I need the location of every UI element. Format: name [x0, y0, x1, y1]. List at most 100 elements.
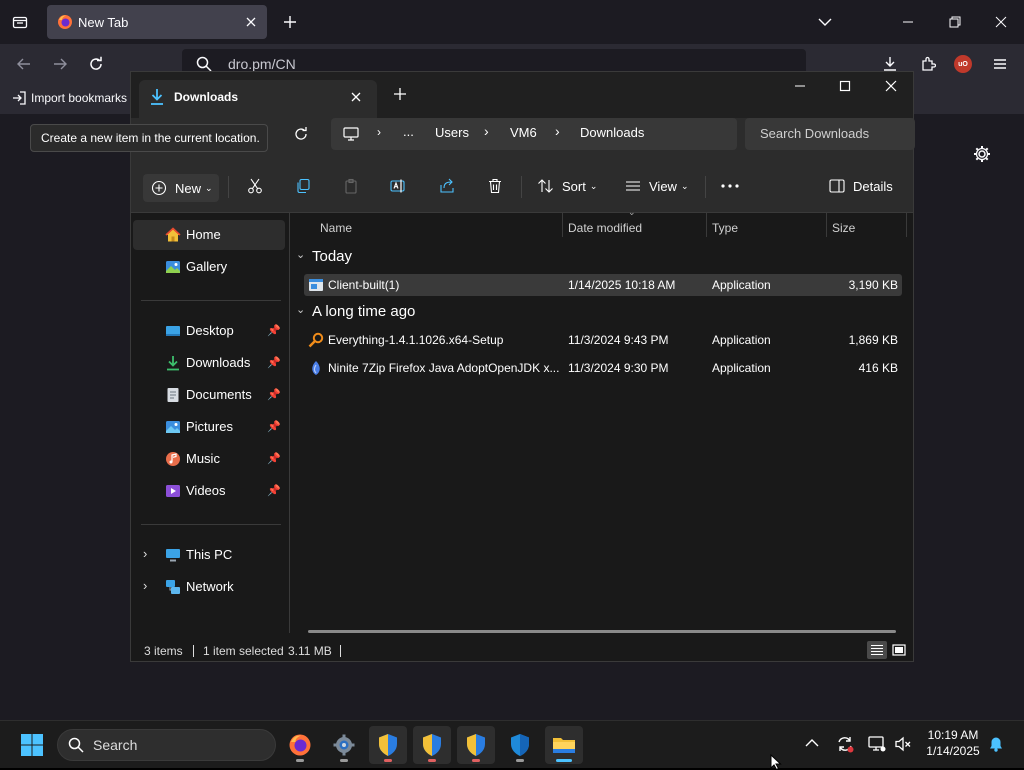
sidebar-item-this-pc[interactable]: › This PC	[133, 540, 285, 570]
clock[interactable]: 10:19 AM 1/14/2025	[920, 728, 986, 758]
back-icon[interactable]	[12, 52, 36, 76]
column-divider[interactable]	[826, 213, 827, 237]
column-divider[interactable]	[706, 213, 707, 237]
taskbar-app-defender-1[interactable]	[369, 726, 407, 764]
expand-chevron-icon[interactable]: ›	[143, 546, 147, 561]
file-size: 416 KB	[858, 361, 898, 375]
file-row[interactable]: Everything-1.4.1.1026.x64-Setup 11/3/202…	[304, 329, 902, 351]
taskbar-search[interactable]: Search	[57, 729, 276, 761]
taskbar-app-firefox[interactable]	[281, 726, 319, 764]
sidebar-item-network[interactable]: › Network	[133, 572, 285, 602]
search-box[interactable]: Search Downloads	[745, 118, 915, 150]
forward-icon[interactable]	[48, 52, 72, 76]
sidebar-item-pictures[interactable]: Pictures 📌	[133, 412, 285, 442]
view-label: View	[649, 178, 677, 194]
network-status-icon[interactable]	[868, 735, 886, 753]
address-bar[interactable]: › ... Users › VM6 › Downloads	[331, 118, 737, 150]
pin-icon[interactable]: 📌	[267, 388, 281, 401]
close-icon[interactable]	[989, 10, 1013, 34]
expand-chevron-icon[interactable]: ›	[143, 578, 147, 593]
pin-icon[interactable]: 📌	[267, 452, 281, 465]
sidebar-item-documents[interactable]: Documents 📌	[133, 380, 285, 410]
refresh-icon[interactable]	[293, 126, 309, 142]
breadcrumb-separator-icon: ›	[555, 123, 560, 139]
file-explorer-window: Downloads › ... Users › VM6 › Downloads …	[130, 71, 915, 662]
column-header-type[interactable]: Type	[712, 221, 738, 235]
tab-list-chevron-icon[interactable]	[813, 10, 837, 34]
sync-error-icon[interactable]	[836, 735, 854, 753]
start-button[interactable]	[13, 726, 51, 764]
maximize-icon[interactable]	[839, 80, 851, 92]
file-date: 11/3/2024 9:30 PM	[568, 361, 669, 375]
breadcrumb-vm6[interactable]: VM6	[510, 125, 537, 140]
taskbar-app-defender-3[interactable]	[457, 726, 495, 764]
minimize-icon[interactable]	[794, 80, 806, 92]
group-header-long-ago[interactable]: ⌄ A long time ago	[290, 302, 590, 324]
sidebar-item-music[interactable]: Music 📌	[133, 444, 285, 474]
breadcrumb-overflow[interactable]: ...	[403, 124, 414, 139]
sort-button[interactable]: Sort ⌄	[537, 174, 597, 198]
pin-icon[interactable]: 📌	[267, 324, 281, 337]
column-divider[interactable]	[906, 213, 907, 237]
breadcrumb-downloads[interactable]: Downloads	[580, 125, 644, 140]
delete-icon[interactable]	[487, 174, 503, 198]
column-divider[interactable]	[562, 213, 563, 237]
sidebar-item-gallery[interactable]: Gallery	[133, 252, 285, 282]
collapse-chevron-icon[interactable]: ⌄	[296, 248, 305, 261]
column-header-date-modified[interactable]: Date modified	[568, 221, 642, 235]
paste-icon[interactable]	[343, 174, 359, 198]
breadcrumb-users[interactable]: Users	[435, 125, 469, 140]
import-bookmarks-button[interactable]: Import bookmarks	[12, 91, 127, 105]
notification-bell-icon[interactable]	[988, 736, 1004, 752]
explorer-tab[interactable]: Downloads	[139, 80, 377, 118]
pin-icon[interactable]: 📌	[267, 484, 281, 497]
group-title: Today	[312, 248, 353, 265]
reload-icon[interactable]	[84, 52, 108, 76]
share-icon[interactable]	[439, 174, 455, 198]
details-view-icon[interactable]	[867, 641, 887, 659]
close-tab-icon[interactable]	[243, 14, 259, 30]
file-row[interactable]: Ninite 7Zip Firefox Java AdoptOpenJDK x.…	[304, 357, 902, 379]
extensions-icon[interactable]	[916, 52, 940, 76]
column-header-size[interactable]: Size	[832, 221, 855, 235]
new-tab-icon[interactable]	[278, 10, 302, 34]
more-options-icon[interactable]	[721, 174, 739, 198]
group-header-today[interactable]: ⌄ Today	[290, 247, 590, 269]
file-row[interactable]: Client-built(1) 1/14/2025 10:18 AM Appli…	[304, 274, 902, 296]
new-tab-icon[interactable]	[393, 87, 407, 101]
restore-icon[interactable]	[943, 10, 967, 34]
volume-muted-icon[interactable]	[894, 735, 912, 753]
ublock-icon[interactable]: uO	[954, 55, 972, 73]
close-icon[interactable]	[885, 80, 897, 92]
sidebar-item-downloads[interactable]: Downloads 📌	[133, 348, 285, 378]
view-button[interactable]: View ⌄	[625, 174, 689, 198]
taskbar-app-file-explorer[interactable]	[545, 726, 583, 764]
taskbar-app-settings[interactable]	[325, 726, 363, 764]
taskbar-app-windows-security[interactable]	[501, 726, 539, 764]
copy-icon[interactable]	[295, 174, 311, 198]
taskbar-app-defender-2[interactable]	[413, 726, 451, 764]
rename-icon[interactable]	[390, 174, 408, 198]
sidebar-item-desktop[interactable]: Desktop 📌	[133, 316, 285, 346]
browser-tab[interactable]: New Tab	[47, 5, 267, 39]
details-button[interactable]: Details	[829, 174, 893, 198]
column-header-name[interactable]: Name	[320, 221, 352, 235]
collapse-chevron-icon[interactable]: ⌄	[296, 303, 305, 316]
cut-icon[interactable]	[247, 174, 263, 198]
sidebar-item-home[interactable]: Home	[133, 220, 285, 250]
pin-icon[interactable]: 📌	[267, 420, 281, 433]
pin-icon[interactable]: 📌	[267, 356, 281, 369]
settings-gear-icon[interactable]	[973, 145, 991, 163]
divider	[340, 645, 341, 657]
list-all-tabs-icon[interactable]	[8, 10, 32, 34]
sidebar-item-videos[interactable]: Videos 📌	[133, 476, 285, 506]
column-headers: Name ⌄ Date modified Type Size	[290, 207, 913, 239]
large-icons-view-icon[interactable]	[889, 641, 909, 659]
windows-logo-icon	[21, 734, 43, 756]
menu-icon[interactable]	[988, 52, 1012, 76]
show-hidden-icons-chevron-icon[interactable]	[804, 735, 820, 751]
new-button[interactable]: New ⌄	[143, 174, 219, 202]
minimize-icon[interactable]	[896, 10, 920, 34]
close-tab-icon[interactable]	[349, 90, 363, 104]
chevron-down-icon: ⌄	[205, 182, 213, 193]
